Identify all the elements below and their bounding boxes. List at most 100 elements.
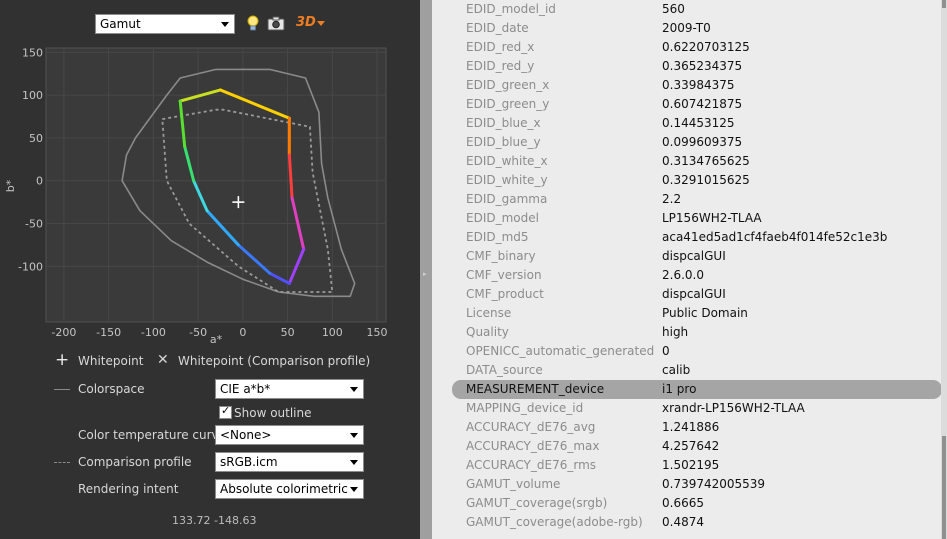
table-row[interactable]: EDID_md5 aca41ed5ad1cf4faeb4f014fe52c1e3b <box>432 228 947 247</box>
property-value: dispcalGUI <box>662 287 726 301</box>
property-value: 0.4874 <box>662 515 704 529</box>
comparison-line-sample <box>54 462 70 463</box>
y-tick-label: -50 <box>25 218 43 231</box>
x-axis-label: a* <box>210 333 223 346</box>
x-tick-label: -150 <box>96 326 121 339</box>
plot-area <box>45 47 387 323</box>
scrollbar[interactable] <box>941 0 947 539</box>
property-key: EDID_blue_y <box>466 135 541 149</box>
table-row[interactable]: License Public Domain <box>432 304 947 323</box>
gamut-chart[interactable]: -200 -150 -100 -50 0 50 100 150 150 100 50 0 -50 -100… <box>0 40 420 370</box>
chevron-down-icon <box>221 22 229 27</box>
x-tick-label: 0 <box>239 326 246 339</box>
property-key: EDID_green_y <box>466 97 550 111</box>
whitepoint-marker-icon: + <box>55 350 70 370</box>
table-row[interactable]: Quality high <box>432 323 947 342</box>
property-value: 0.3291015625 <box>662 173 750 187</box>
table-row[interactable]: EDID_white_y 0.3291015625 <box>432 171 947 190</box>
property-value: 0.6665 <box>662 496 704 510</box>
property-key: EDID_blue_x <box>466 116 541 130</box>
property-value: LP156WH2-TLAA <box>662 211 762 225</box>
table-row[interactable]: EDID_gamma 2.2 <box>432 190 947 209</box>
show-outline-checkbox[interactable]: ✓ <box>219 404 232 419</box>
property-key: ACCURACY_dE76_rms <box>466 458 597 472</box>
property-value: 0.099609375 <box>662 135 743 149</box>
table-row[interactable]: EDID_blue_x 0.14453125 <box>432 114 947 133</box>
property-key: GAMUT_volume <box>466 477 561 491</box>
table-row[interactable]: CMF_version 2.6.0.0 <box>432 266 947 285</box>
legend-whitepoint: Whitepoint <box>78 354 144 368</box>
property-value: calib <box>662 363 691 377</box>
legend-whitepoint-comparison: Whitepoint (Comparison profile) <box>178 354 371 368</box>
cursor-coordinates: 133.72 -148.63 <box>172 514 257 527</box>
chevron-down-icon <box>350 433 358 438</box>
x-tick-label: -200 <box>51 326 76 339</box>
property-key: MEASUREMENT_device <box>466 382 605 396</box>
color-temp-label: Color temperature curve <box>78 428 227 442</box>
property-key: CMF_product <box>466 287 544 301</box>
color-temp-select[interactable]: <None> <box>215 425 364 445</box>
table-row[interactable]: GAMUT_coverage(adobe-rgb) 0.4874 <box>432 513 947 532</box>
comparison-select[interactable]: sRGB.icm <box>215 452 364 472</box>
property-key: ACCURACY_dE76_max <box>466 439 600 453</box>
lightbulb-icon[interactable] <box>246 15 260 33</box>
property-value: 0.14453125 <box>662 116 735 130</box>
property-value: 0.365234375 <box>662 59 743 73</box>
property-key: Quality <box>466 325 509 339</box>
table-row[interactable]: CMF_product dispcalGUI <box>432 285 947 304</box>
y-tick-label: 150 <box>22 46 43 59</box>
intent-select[interactable]: Absolute colorimetric <box>215 479 364 499</box>
table-row[interactable]: EDID_red_x 0.6220703125 <box>432 38 947 57</box>
grip-icon: ▸ <box>423 270 427 278</box>
comparison-whitepoint-marker-icon: ✕ <box>157 352 169 368</box>
table-row[interactable]: EDID_green_y 0.607421875 <box>432 95 947 114</box>
table-row[interactable]: DATA_source calib <box>432 361 947 380</box>
property-key: EDID_md5 <box>466 230 529 244</box>
table-row[interactable]: EDID_green_x 0.33984375 <box>432 76 947 95</box>
table-row[interactable]: EDID_blue_y 0.099609375 <box>432 133 947 152</box>
table-row[interactable]: OPENICC_automatic_generated 0 <box>432 342 947 361</box>
property-value: 0.739742005539 <box>662 477 766 491</box>
comparison-select-value: sRGB.icm <box>220 455 278 469</box>
table-row[interactable]: GAMUT_coverage(srgb) 0.6665 <box>432 494 947 513</box>
view-select[interactable]: Gamut <box>95 14 235 34</box>
table-row[interactable]: ACCURACY_dE76_rms 1.502195 <box>432 456 947 475</box>
table-row[interactable]: MEASUREMENT_device i1 pro <box>452 380 942 399</box>
table-row[interactable]: EDID_white_x 0.3134765625 <box>432 152 947 171</box>
panel-splitter[interactable]: ▸ <box>420 0 432 539</box>
table-row[interactable]: ACCURACY_dE76_avg 1.241886 <box>432 418 947 437</box>
table-row[interactable]: EDID_date 2009-T0 <box>432 19 947 38</box>
property-key: EDID_green_x <box>466 78 550 92</box>
property-value: 0.33984375 <box>662 78 735 92</box>
property-value: 2.2 <box>662 192 682 206</box>
chevron-down-icon <box>350 460 358 465</box>
property-key: EDID_model <box>466 211 539 225</box>
property-key: DATA_source <box>466 363 543 377</box>
color-temp-select-value: <None> <box>220 428 272 442</box>
table-row[interactable]: EDID_red_y 0.365234375 <box>432 57 947 76</box>
intent-label: Rendering intent <box>78 482 179 496</box>
property-key: EDID_white_x <box>466 154 548 168</box>
table-row[interactable]: GAMUT_volume 0.739742005539 <box>432 475 947 494</box>
property-value: xrandr-LP156WH2-TLAA <box>662 401 805 415</box>
table-row[interactable]: EDID_model_id 560 <box>432 0 947 19</box>
camera-icon[interactable] <box>267 16 285 31</box>
property-value: high <box>662 325 689 339</box>
property-key: GAMUT_coverage(srgb) <box>466 496 608 510</box>
property-value: aca41ed5ad1cf4faeb4f014fe52c1e3b <box>662 230 888 244</box>
3d-button[interactable]: 3D <box>296 14 328 34</box>
property-value: 2009-T0 <box>662 21 711 35</box>
colorspace-select-value: CIE a*b* <box>220 382 271 396</box>
colorspace-label: Colorspace <box>78 382 145 396</box>
property-value: 1.502195 <box>662 458 720 472</box>
table-row[interactable]: EDID_model LP156WH2-TLAA <box>432 209 947 228</box>
table-row[interactable]: CMF_binary dispcalGUI <box>432 247 947 266</box>
y-tick-label: 50 <box>29 132 43 145</box>
table-row[interactable]: ACCURACY_dE76_max 4.257642 <box>432 437 947 456</box>
property-key: OPENICC_automatic_generated <box>466 344 655 358</box>
table-row[interactable]: MAPPING_device_id xrandr-LP156WH2-TLAA <box>432 399 947 418</box>
3d-icon: 3D <box>296 15 316 30</box>
colorspace-select[interactable]: CIE a*b* <box>215 379 364 399</box>
property-key: EDID_white_y <box>466 173 548 187</box>
view-select-value: Gamut <box>100 17 141 31</box>
